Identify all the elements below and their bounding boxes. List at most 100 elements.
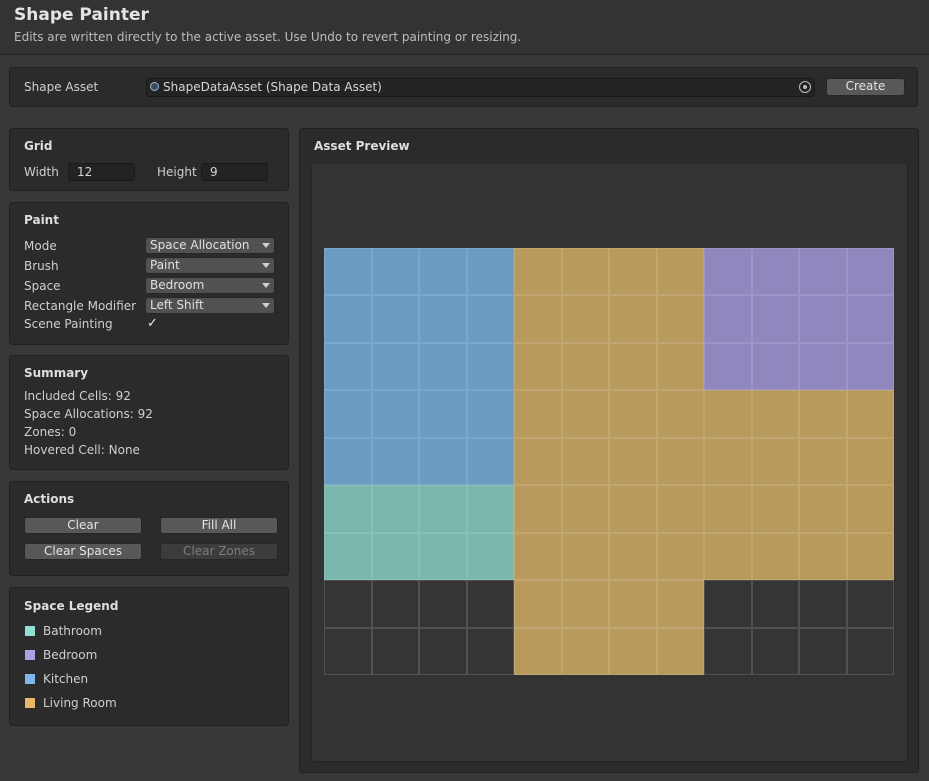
- grid-cell[interactable]: [799, 342, 847, 391]
- grid-cell[interactable]: [466, 248, 514, 296]
- grid-cell[interactable]: [419, 437, 467, 486]
- grid-cell[interactable]: [846, 532, 894, 581]
- grid-cell[interactable]: [324, 295, 372, 343]
- grid-cell[interactable]: [751, 295, 799, 343]
- grid-cell[interactable]: [371, 627, 419, 675]
- grid-cell[interactable]: [846, 627, 894, 675]
- grid-cell[interactable]: [419, 532, 467, 581]
- grid-cell[interactable]: [324, 627, 372, 675]
- grid-cell[interactable]: [704, 437, 752, 486]
- grid-cell[interactable]: [751, 437, 799, 486]
- grid-cell[interactable]: [656, 532, 704, 581]
- grid-cell[interactable]: [514, 295, 562, 343]
- grid-cell[interactable]: [846, 248, 894, 296]
- grid-cell[interactable]: [656, 248, 704, 296]
- grid-cell[interactable]: [514, 342, 562, 391]
- grid-cell[interactable]: [704, 627, 752, 675]
- grid-cell[interactable]: [561, 532, 609, 581]
- grid-cell[interactable]: [371, 295, 419, 343]
- grid-cell[interactable]: [751, 580, 799, 628]
- grid-cell[interactable]: [799, 295, 847, 343]
- clear-button[interactable]: Clear: [24, 517, 142, 534]
- grid-cell[interactable]: [751, 532, 799, 581]
- grid-cell[interactable]: [371, 437, 419, 486]
- grid-cell[interactable]: [846, 390, 894, 438]
- grid-cell[interactable]: [704, 342, 752, 391]
- grid-cell[interactable]: [561, 295, 609, 343]
- grid-cell[interactable]: [609, 485, 657, 533]
- grid-cell[interactable]: [324, 437, 372, 486]
- grid-cell[interactable]: [799, 580, 847, 628]
- object-picker-icon[interactable]: [799, 81, 811, 93]
- grid-cell[interactable]: [324, 532, 372, 581]
- grid-cell[interactable]: [704, 532, 752, 581]
- grid-cell[interactable]: [609, 342, 657, 391]
- grid-cell[interactable]: [561, 580, 609, 628]
- grid-width-field[interactable]: 12: [68, 163, 135, 181]
- grid-cell[interactable]: [371, 532, 419, 581]
- grid-cell[interactable]: [514, 248, 562, 296]
- grid-cell[interactable]: [466, 580, 514, 628]
- grid-cell[interactable]: [561, 248, 609, 296]
- grid-cell[interactable]: [609, 580, 657, 628]
- grid-cell[interactable]: [799, 248, 847, 296]
- grid-cell[interactable]: [799, 532, 847, 581]
- grid-cell[interactable]: [561, 342, 609, 391]
- grid-cell[interactable]: [704, 295, 752, 343]
- grid-cell[interactable]: [846, 485, 894, 533]
- grid-cell[interactable]: [799, 437, 847, 486]
- grid-cell[interactable]: [561, 390, 609, 438]
- grid-cell[interactable]: [799, 485, 847, 533]
- grid-cell[interactable]: [324, 342, 372, 391]
- grid-cell[interactable]: [419, 580, 467, 628]
- grid-cell[interactable]: [419, 485, 467, 533]
- grid-cell[interactable]: [846, 295, 894, 343]
- grid-cell[interactable]: [514, 485, 562, 533]
- grid-cell[interactable]: [751, 485, 799, 533]
- grid-cell[interactable]: [561, 485, 609, 533]
- grid-cell[interactable]: [656, 342, 704, 391]
- grid-cell[interactable]: [371, 248, 419, 296]
- mode-dropdown[interactable]: Space Allocation: [145, 237, 275, 254]
- grid-cell[interactable]: [514, 390, 562, 438]
- shape-asset-field[interactable]: ShapeDataAsset (Shape Data Asset): [146, 78, 815, 97]
- grid-cell[interactable]: [609, 295, 657, 343]
- grid-cell[interactable]: [799, 627, 847, 675]
- grid-cell[interactable]: [419, 627, 467, 675]
- grid-cell[interactable]: [656, 627, 704, 675]
- grid-cell[interactable]: [514, 437, 562, 486]
- grid-cell[interactable]: [514, 532, 562, 581]
- grid-cell[interactable]: [846, 437, 894, 486]
- grid-cell[interactable]: [324, 390, 372, 438]
- grid-cell[interactable]: [751, 248, 799, 296]
- grid-cell[interactable]: [466, 485, 514, 533]
- fill-all-button[interactable]: Fill All: [160, 517, 278, 534]
- grid-cell[interactable]: [371, 580, 419, 628]
- grid-cell[interactable]: [656, 437, 704, 486]
- clear-spaces-button[interactable]: Clear Spaces: [24, 543, 142, 560]
- scene-painting-checkbox[interactable]: ✓: [147, 316, 158, 331]
- grid-cell[interactable]: [466, 342, 514, 391]
- grid-cell[interactable]: [704, 580, 752, 628]
- grid-cell[interactable]: [609, 532, 657, 581]
- grid-cell[interactable]: [466, 627, 514, 675]
- grid-cell[interactable]: [561, 437, 609, 486]
- grid-cell[interactable]: [751, 342, 799, 391]
- grid-cell[interactable]: [656, 580, 704, 628]
- grid-cell[interactable]: [846, 580, 894, 628]
- grid-cell[interactable]: [704, 390, 752, 438]
- grid-cell[interactable]: [561, 627, 609, 675]
- grid-cell[interactable]: [609, 248, 657, 296]
- grid-cell[interactable]: [609, 437, 657, 486]
- grid-height-field[interactable]: 9: [201, 163, 268, 181]
- grid-cell[interactable]: [419, 295, 467, 343]
- grid-cell[interactable]: [751, 390, 799, 438]
- grid-cell[interactable]: [466, 437, 514, 486]
- grid-cell[interactable]: [419, 248, 467, 296]
- grid-cell[interactable]: [324, 580, 372, 628]
- grid-cell[interactable]: [466, 390, 514, 438]
- grid-cell[interactable]: [704, 248, 752, 296]
- grid-cell[interactable]: [656, 295, 704, 343]
- grid-cell[interactable]: [371, 342, 419, 391]
- grid-cell[interactable]: [466, 295, 514, 343]
